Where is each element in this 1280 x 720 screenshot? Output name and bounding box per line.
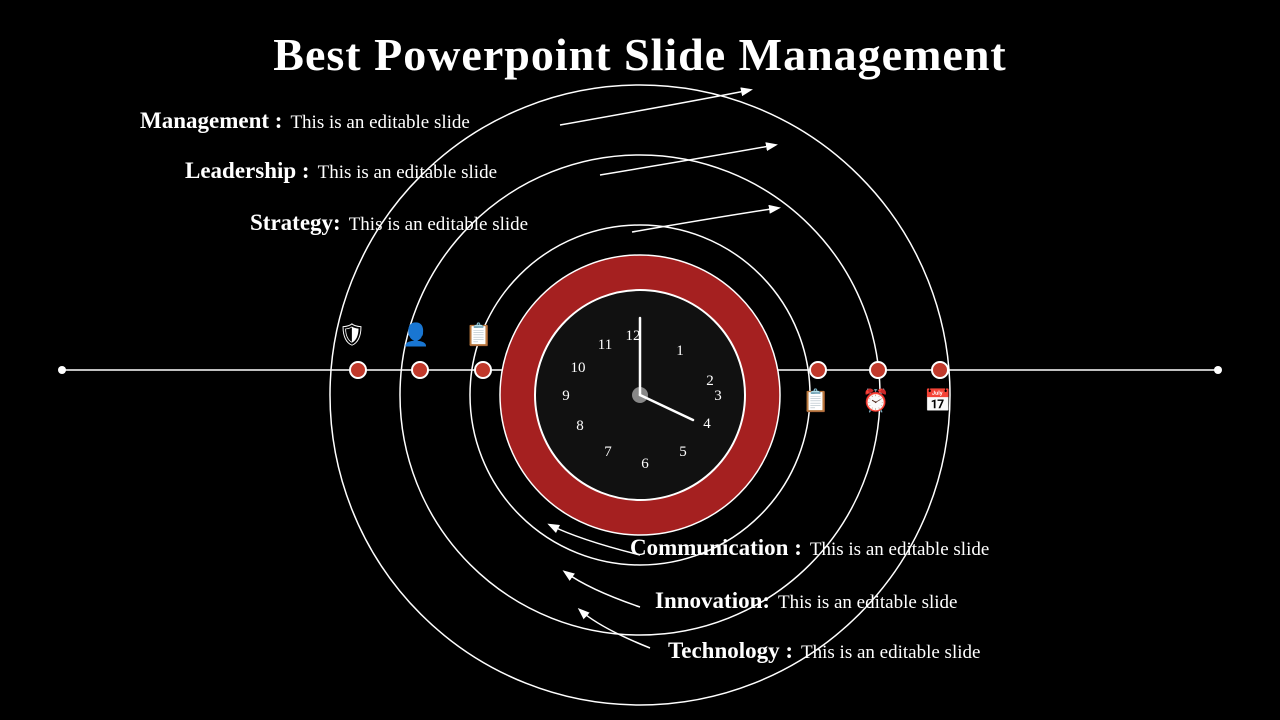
svg-text:8: 8: [576, 418, 584, 434]
svg-text:2: 2: [706, 373, 714, 389]
svg-text:7: 7: [604, 444, 612, 460]
svg-text:1: 1: [676, 343, 684, 359]
svg-text:⏰: ⏰: [862, 387, 889, 413]
label-communication: Communication : This is an editable slid…: [630, 535, 989, 561]
slide-title: Best Powerpoint Slide Management: [0, 0, 1280, 81]
svg-text:👤: 👤: [402, 322, 429, 347]
label-innovation: Innovation: This is an editable slide: [655, 588, 957, 614]
svg-text:3: 3: [714, 388, 722, 404]
label-strategy: Strategy: This is an editable slide: [250, 210, 528, 236]
label-technology: Technology : This is an editable slide: [668, 638, 980, 664]
svg-text:5: 5: [679, 444, 687, 460]
svg-text:4: 4: [703, 416, 711, 432]
svg-text:6: 6: [641, 456, 649, 472]
slide: Best Powerpoint Slide Management 12 1 2: [0, 0, 1280, 720]
svg-text:12: 12: [626, 328, 641, 344]
svg-text:📅: 📅: [924, 388, 951, 413]
svg-text:10: 10: [571, 360, 586, 376]
svg-text:📋: 📋: [465, 322, 492, 347]
svg-text:📋: 📋: [802, 388, 829, 413]
svg-text:11: 11: [598, 337, 612, 353]
svg-text:🛡: 🛡: [338, 322, 366, 347]
svg-text:9: 9: [562, 388, 570, 404]
label-management: Management : This is an editable slide: [140, 108, 470, 134]
label-leadership: Leadership : This is an editable slide: [185, 158, 497, 184]
